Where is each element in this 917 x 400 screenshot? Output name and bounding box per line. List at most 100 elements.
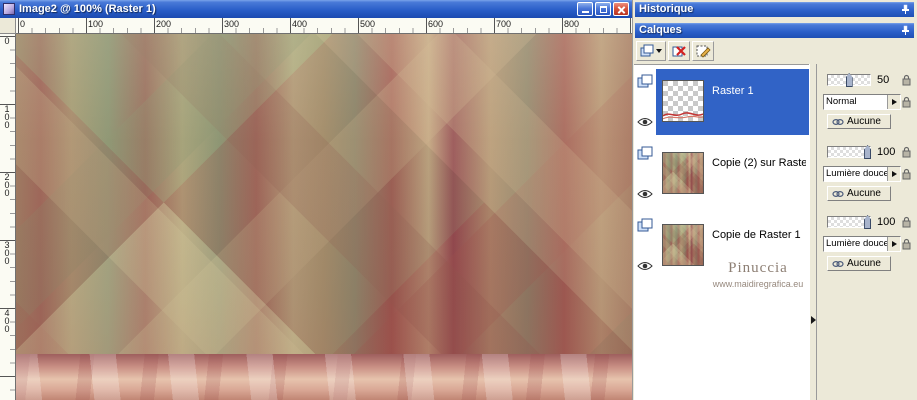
restore-button[interactable] — [595, 2, 611, 16]
opacity-value: 100 — [877, 216, 896, 228]
layer-props-raster-1: 50 Normal Aucune — [817, 72, 917, 136]
h-ruler-label: 300 — [224, 19, 240, 29]
layer-thumbnail — [662, 224, 704, 266]
eye-icon[interactable] — [637, 189, 653, 199]
layer-name: Raster 1 — [712, 85, 754, 97]
image-canvas[interactable] — [16, 34, 632, 400]
slider-thumb[interactable] — [864, 215, 872, 229]
layer-row-body[interactable]: Copie de Raster 1 — [656, 213, 809, 279]
dropdown-arrow-button[interactable] — [887, 237, 900, 251]
opacity-value: 100 — [877, 146, 896, 158]
layer-row-copie-de-raster-1[interactable]: Copie de Raster 1 — [634, 213, 809, 281]
opacity-value: 50 — [877, 74, 890, 86]
v-ruler-label: 300 — [2, 240, 12, 264]
layer-name: Copie de Raster 1 — [712, 229, 801, 241]
new-layer-button[interactable] — [636, 41, 666, 61]
h-ruler-label: 500 — [360, 19, 376, 29]
layer-props-copie-de-raster-1: 100 Lumière douce Aucune — [817, 214, 917, 278]
blend-mode-dropdown[interactable]: Normal — [823, 94, 901, 110]
raster-layer-icon — [637, 218, 653, 232]
collapse-arrow-icon[interactable] — [811, 316, 816, 324]
h-ruler-label: 700 — [496, 19, 512, 29]
eye-icon[interactable] — [637, 261, 653, 271]
opacity-slider[interactable] — [827, 145, 872, 159]
raster-layer-icon — [637, 146, 653, 160]
edit-selection-button[interactable] — [692, 41, 714, 61]
chain-link-icon — [832, 190, 844, 197]
h-ruler-label: 400 — [292, 19, 308, 29]
minimize-button[interactable] — [577, 2, 593, 16]
new-layer-icon — [640, 44, 654, 57]
panel-splitter[interactable] — [809, 64, 817, 400]
delete-layer-icon — [672, 46, 686, 57]
raster-layer-icon — [637, 74, 653, 88]
link-set-button[interactable]: Aucune — [827, 256, 891, 271]
layer-name: Copie (2) sur Raster — [712, 157, 806, 169]
ruler-corner — [0, 18, 16, 34]
blend-mode-dropdown[interactable]: Lumière douce — [823, 236, 901, 252]
layers-panel-title: Calques — [639, 24, 682, 36]
link-set-label: Aucune — [847, 258, 881, 269]
v-ruler-label: 100 — [2, 104, 12, 128]
padlock-icon[interactable] — [901, 168, 912, 180]
dropdown-arrow-button[interactable] — [887, 167, 900, 181]
blend-mode-value: Lumière douce — [826, 168, 887, 179]
thumbnail-content — [663, 112, 703, 120]
layer-thumbnail — [662, 152, 704, 194]
pushpin-icon[interactable] — [900, 4, 911, 15]
link-set-label: Aucune — [847, 188, 881, 199]
padlock-icon[interactable] — [901, 96, 912, 108]
pushpin-icon[interactable] — [900, 25, 911, 36]
layer-thumbnail — [662, 80, 704, 122]
padlock-icon[interactable] — [901, 216, 912, 228]
layer-row-copie-2-sur-raster[interactable]: Copie (2) sur Raster — [634, 141, 809, 209]
vertical-ruler: 0 100 200 300 400 — [0, 34, 16, 400]
close-icon — [614, 3, 628, 15]
chevron-down-icon — [656, 49, 662, 53]
layer-row-body[interactable]: Raster 1 — [656, 69, 809, 135]
edit-selection-icon — [696, 45, 711, 58]
palettes-panel: Historique Calques Raster 1 Copie (2) su… — [632, 0, 917, 400]
v-ruler-label: 0 — [2, 36, 12, 44]
horizontal-ruler: 0 100 200 300 400 500 600 700 800 — [16, 18, 632, 34]
app-screen: Image2 @ 100% (Raster 1) 0 100 200 300 4… — [0, 0, 917, 400]
slider-thumb[interactable] — [864, 145, 872, 159]
window-icon — [3, 3, 15, 15]
layers-panel-header[interactable]: Calques — [635, 23, 914, 38]
padlock-icon[interactable] — [901, 238, 912, 250]
dropdown-arrow-icon — [891, 171, 897, 177]
blend-mode-value: Lumière douce — [826, 238, 887, 249]
link-set-button[interactable]: Aucune — [827, 186, 891, 201]
padlock-icon[interactable] — [901, 74, 912, 86]
layer-row-body[interactable]: Copie (2) sur Raster — [656, 141, 809, 207]
window-title: Image2 @ 100% (Raster 1) — [19, 3, 156, 15]
image-window: Image2 @ 100% (Raster 1) 0 100 200 300 4… — [0, 0, 632, 400]
image-window-titlebar[interactable]: Image2 @ 100% (Raster 1) — [0, 0, 632, 18]
layer-props-copie-2: 100 Lumière douce Aucune — [817, 144, 917, 208]
layer-gutter — [636, 143, 656, 207]
h-ruler-label: 100 — [88, 19, 104, 29]
slider-thumb[interactable] — [845, 73, 853, 87]
h-ruler-label: 800 — [564, 19, 580, 29]
opacity-slider[interactable] — [827, 73, 871, 87]
restore-icon — [599, 6, 607, 13]
layer-gutter — [636, 215, 656, 279]
h-ruler-label: 200 — [156, 19, 172, 29]
history-panel-header[interactable]: Historique — [635, 2, 914, 17]
chain-link-icon — [832, 260, 844, 267]
chain-link-icon — [832, 118, 844, 125]
layer-row-raster-1[interactable]: Raster 1 — [634, 69, 809, 137]
layers-list: Raster 1 Copie (2) sur Raster Copie de R… — [634, 64, 809, 400]
opacity-slider[interactable] — [827, 215, 872, 229]
link-set-button[interactable]: Aucune — [827, 114, 891, 129]
link-set-label: Aucune — [847, 116, 881, 127]
blend-mode-dropdown[interactable]: Lumière douce — [823, 166, 901, 182]
delete-layer-button[interactable] — [668, 41, 690, 61]
close-button[interactable] — [613, 2, 629, 16]
eye-icon[interactable] — [637, 117, 653, 127]
history-panel-title: Historique — [639, 3, 694, 15]
dropdown-arrow-button[interactable] — [887, 95, 900, 109]
canvas-floor-reflection — [16, 354, 632, 400]
padlock-icon[interactable] — [901, 146, 912, 158]
minimize-icon — [581, 11, 589, 13]
